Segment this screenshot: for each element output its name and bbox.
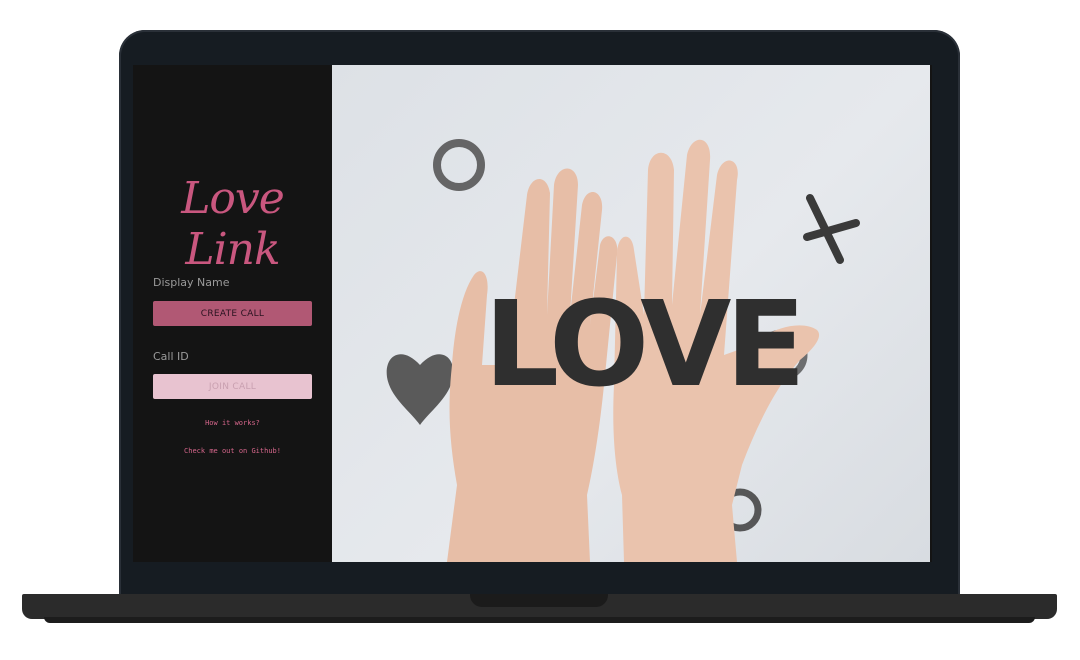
circle-decoration — [433, 139, 485, 191]
create-call-button[interactable]: CREATE CALL — [153, 301, 312, 326]
sidebar: Love Link Display Name CREATE CALL Call … — [133, 65, 332, 562]
hero-illustration: LOVE — [386, 139, 860, 562]
brand-title: Love Link — [181, 173, 285, 275]
laptop-foot — [44, 617, 1035, 623]
display-name-label[interactable]: Display Name — [153, 276, 230, 289]
how-it-works-link[interactable]: How it works? — [133, 419, 332, 427]
github-link[interactable]: Check me out on Github! — [133, 447, 332, 455]
hero-image: LOVE — [332, 65, 930, 562]
call-id-label[interactable]: Call ID — [153, 350, 189, 363]
join-call-button[interactable]: JOIN CALL — [153, 374, 312, 399]
x-decoration — [803, 194, 860, 264]
love-sign: LOVE — [484, 275, 800, 413]
app-screen: Love Link Display Name CREATE CALL Call … — [133, 65, 932, 562]
heart-decoration — [386, 354, 454, 425]
laptop-notch — [470, 594, 608, 607]
